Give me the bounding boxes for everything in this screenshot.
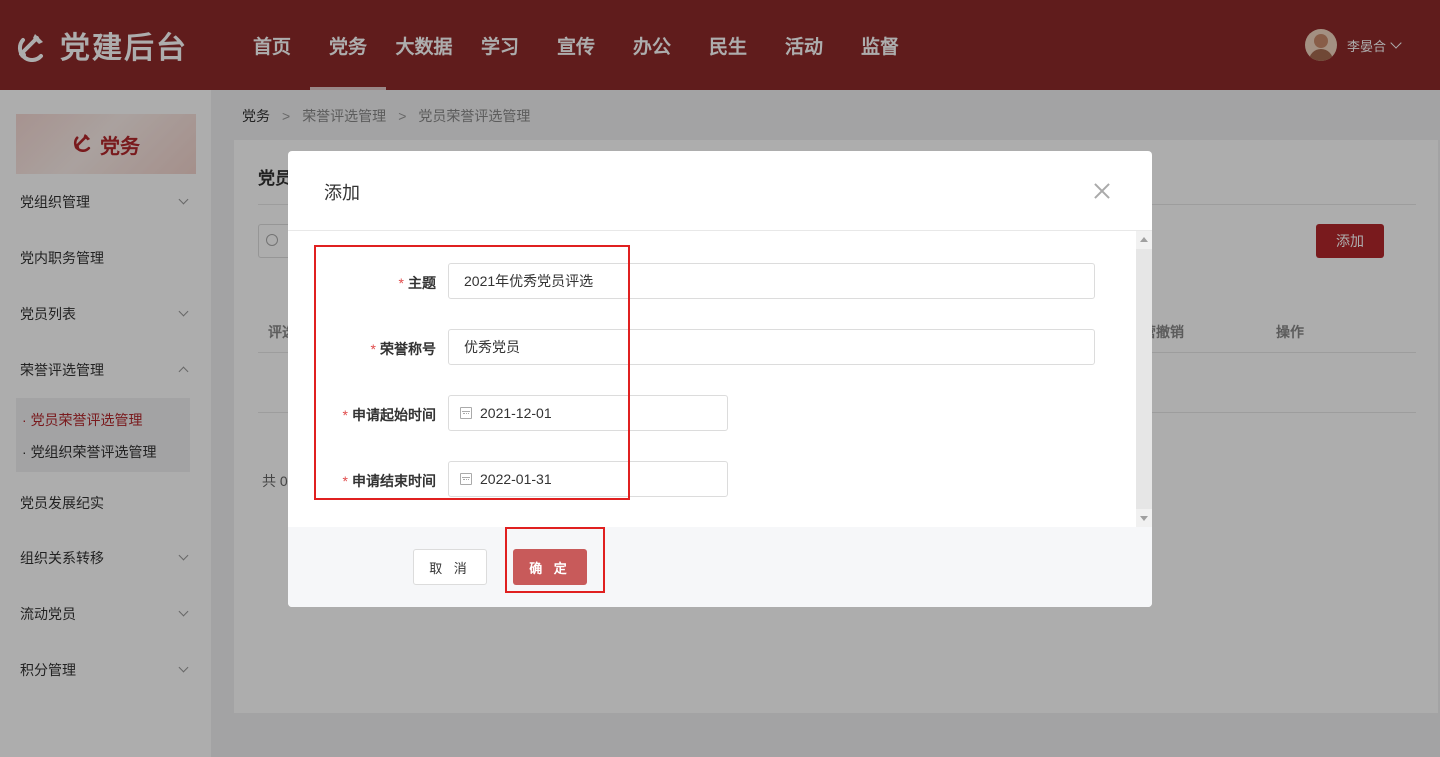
dialog-footer: 取 消 确 定 <box>288 527 1152 607</box>
field-label-text: 申请起始时间 <box>352 407 436 423</box>
calendar-icon <box>460 473 472 485</box>
required-mark: * <box>342 473 348 489</box>
scroll-up-arrow-icon[interactable] <box>1140 237 1148 242</box>
calendar-icon <box>460 407 472 419</box>
end-date-picker[interactable]: 2022-01-31 <box>448 461 728 497</box>
required-mark: * <box>342 407 348 423</box>
dialog-title: 添加 <box>324 183 360 203</box>
honor-title-input[interactable] <box>448 329 1095 365</box>
field-label-text: 荣誉称号 <box>380 341 436 357</box>
cancel-button[interactable]: 取 消 <box>413 549 487 585</box>
add-dialog: 添加 *主题 *荣誉称号 *申请起始时间 2021-12-01 *申请结束时间 … <box>288 151 1152 607</box>
required-mark: * <box>398 275 404 291</box>
field-label-end-date: * 申请结束时间 <box>288 471 436 491</box>
field-label-start-date: * 申请起始时间 <box>288 405 436 425</box>
end-date-value: 2022-01-31 <box>480 471 552 487</box>
scroll-down-arrow-icon[interactable] <box>1140 516 1148 521</box>
required-mark: * <box>370 341 376 357</box>
confirm-button[interactable]: 确 定 <box>513 549 587 585</box>
dialog-scrollbar[interactable] <box>1136 231 1152 527</box>
start-date-picker[interactable]: 2021-12-01 <box>448 395 728 431</box>
subject-input[interactable] <box>448 263 1095 299</box>
field-label-text: 主题 <box>408 275 436 291</box>
close-icon[interactable] <box>1092 181 1112 201</box>
field-label-subject: * 主题 <box>288 273 436 293</box>
start-date-value: 2021-12-01 <box>480 405 552 421</box>
scrollbar-thumb[interactable] <box>1136 249 1152 509</box>
field-label-honor-title: * 荣誉称号 <box>288 339 436 359</box>
field-label-text: 申请结束时间 <box>352 473 436 489</box>
dialog-body: *主题 *荣誉称号 *申请起始时间 2021-12-01 *申请结束时间 202… <box>288 231 1136 527</box>
